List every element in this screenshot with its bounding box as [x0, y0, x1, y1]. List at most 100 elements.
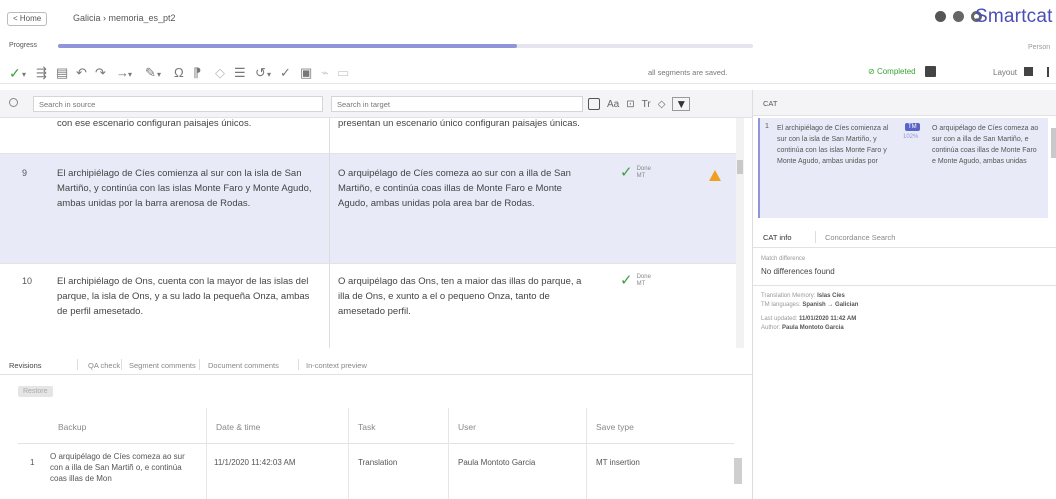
table-row[interactable]: 1 O arquipélago de Cíes comeza ao sur co…	[18, 445, 734, 495]
segment-target[interactable]: O arquipélago das Ons, ten a maior das i…	[338, 274, 593, 319]
tab-document-comments[interactable]: Document comments	[208, 361, 279, 370]
cat-scrollbar-thumb[interactable]	[1051, 128, 1056, 158]
copy-all-icon[interactable]: ▤	[56, 65, 68, 81]
column-header: Date & time	[216, 422, 261, 432]
segment-row-active[interactable]: 9 El archipiélago de Cíes comienza al su…	[0, 154, 736, 264]
segment-number: 10	[22, 276, 33, 286]
segment-target[interactable]: O arquipélago de Cíes comeza ao sur con …	[338, 166, 593, 211]
progress-label: Progress	[9, 42, 38, 49]
notifications-icon[interactable]	[935, 11, 946, 22]
status-label: Done	[636, 274, 651, 280]
status-sub: MT	[636, 281, 646, 287]
tm-match-target: O arquipélago de Cíes comeza ao sur con …	[932, 125, 1039, 165]
column-header: User	[458, 422, 476, 432]
tm-author: Author: Paula Montoto Garcia	[761, 325, 844, 331]
persona-label: Person	[1028, 44, 1051, 51]
tm-languages: TM languages: Spanish → Galician	[761, 302, 859, 308]
tm-match-number: 1	[765, 123, 769, 130]
revisions-scrollbar-thumb[interactable]	[734, 458, 742, 484]
filter-tools: Aa ⊡ Tr ◇ ▼	[588, 97, 691, 111]
help-icon[interactable]	[953, 11, 964, 22]
tag-dropdown-icon[interactable]: ▾	[128, 67, 132, 83]
segment-row[interactable]: con ese escenario configuran paisajes ún…	[0, 118, 736, 154]
segment-search-bar: Aa ⊡ Tr ◇ ▼	[0, 90, 752, 118]
tab-segment-comments[interactable]: Segment comments	[129, 361, 196, 370]
view-mode-icon[interactable]	[925, 66, 936, 77]
revision-datetime: 11/1/2020 11:42:03 AM	[214, 458, 296, 467]
tab-in-context-preview[interactable]: In-context preview	[306, 361, 367, 370]
brand-logo: Smartcat	[975, 6, 1053, 27]
revision-backup: O arquipélago de Cíes comeza ao sur con …	[50, 452, 185, 483]
progress-bar	[58, 44, 753, 48]
search-source-input[interactable]	[33, 96, 323, 112]
preview-icon[interactable]: ▣	[300, 65, 312, 81]
tab-cat[interactable]: CAT	[763, 99, 777, 108]
tm-match[interactable]: 1 El archipiélago de Cíes comienza al su…	[758, 118, 1048, 218]
match-difference-label: Match difference	[761, 256, 806, 262]
tab-revisions[interactable]: Revisions	[9, 361, 42, 370]
disabled-tool-icon: ◇	[215, 65, 225, 80]
segment-row[interactable]: 10 El archipiélago de Ons, cuenta con la…	[0, 264, 736, 348]
redo-icon[interactable]: ↷	[95, 65, 106, 81]
breadcrumb[interactable]: Galicia › memoria_es_pt2	[73, 13, 176, 23]
save-status: all segments are saved.	[648, 68, 728, 77]
warning-icon[interactable]	[709, 170, 721, 181]
change-case-icon[interactable]: ↺	[255, 65, 266, 81]
home-button[interactable]: < Home	[7, 12, 48, 26]
clear-dropdown-icon[interactable]: ▾	[157, 67, 161, 83]
clear-icon[interactable]: ✎	[145, 65, 156, 81]
tm-match-percent: 102%	[903, 134, 919, 140]
non-breaking-space-icon[interactable]: ⁋	[193, 65, 201, 81]
column-header: Save type	[596, 422, 634, 432]
confirm-dropdown-icon[interactable]: ▾	[22, 67, 26, 83]
status-label: Done	[636, 166, 651, 172]
segment-source: con ese escenario configuran paisajes ún…	[57, 118, 252, 129]
bottom-tabs: Revisions QA check Segment comments Docu…	[0, 355, 752, 375]
aa-icon[interactable]: Aa	[607, 99, 619, 110]
regex-icon[interactable]: ⊡	[626, 99, 634, 110]
table-header: Backup Date & time Task User Save type	[18, 408, 734, 444]
tab-cat-info[interactable]: CAT info	[763, 233, 791, 242]
segments-list: con ese escenario configuran paisajes ún…	[0, 118, 752, 348]
revision-user: Paula Montoto Garcia	[458, 458, 536, 467]
segment-number: 9	[22, 168, 28, 178]
restore-button[interactable]: Restore	[18, 386, 53, 397]
segment-target[interactable]: presentan un escenario único configuran …	[338, 118, 593, 131]
segment-status: ✓ Done MT	[620, 164, 651, 181]
search-target-input[interactable]	[331, 96, 583, 112]
completed-toggle[interactable]: ⊘ Completed	[868, 67, 916, 76]
search-icon	[9, 98, 18, 107]
segment-source: El archipiélago de Ons, cuenta con la ma…	[57, 276, 310, 317]
layout-columns-icon[interactable]	[1047, 67, 1053, 77]
match-difference-value: No differences found	[761, 267, 835, 276]
special-character-icon[interactable]: Ω	[174, 65, 184, 81]
segment-source: El archipiélago de Cíes comienza al sur …	[57, 168, 312, 209]
copy-source-icon[interactable]: ⇶	[36, 65, 47, 81]
status-sub: MT	[636, 173, 646, 179]
spellcheck-icon[interactable]: ✓	[280, 65, 291, 81]
revision-task: Translation	[358, 458, 398, 467]
case-dropdown-icon[interactable]: ▾	[267, 67, 271, 83]
tab-concordance-search[interactable]: Concordance Search	[825, 233, 895, 242]
layout-label[interactable]: Layout	[993, 68, 1017, 77]
undo-icon[interactable]: ↶	[76, 65, 87, 81]
revision-save-type: MT insertion	[596, 458, 640, 467]
clear-filter-icon[interactable]: ◇	[658, 99, 666, 110]
text-filter-icon[interactable]: Tr	[642, 99, 651, 110]
match-case-checkbox-icon[interactable]	[588, 98, 600, 110]
text-format-icon[interactable]: ☰	[234, 65, 246, 81]
progress-fill	[58, 44, 517, 48]
tm-badge: TM	[905, 123, 920, 131]
link-icon: ⌁	[321, 65, 329, 80]
confirm-check-icon[interactable]: ✓	[9, 65, 21, 81]
segments-scrollbar[interactable]	[736, 118, 744, 348]
segments-scrollbar-thumb[interactable]	[737, 160, 743, 174]
confirmed-check-icon: ✓	[620, 272, 633, 289]
completed-label: Completed	[876, 67, 916, 76]
tm-last-updated: Last updated: 11/01/2020 11:42 AM	[761, 316, 857, 322]
tm-match-source: El archipiélago de Cíes comienza al sur …	[777, 125, 889, 165]
confirmed-check-icon: ✓	[620, 164, 633, 181]
filter-funnel-icon[interactable]: ▼	[672, 97, 691, 111]
layout-grid-icon[interactable]	[1024, 67, 1033, 76]
tab-qa-check[interactable]: QA check	[88, 361, 120, 370]
